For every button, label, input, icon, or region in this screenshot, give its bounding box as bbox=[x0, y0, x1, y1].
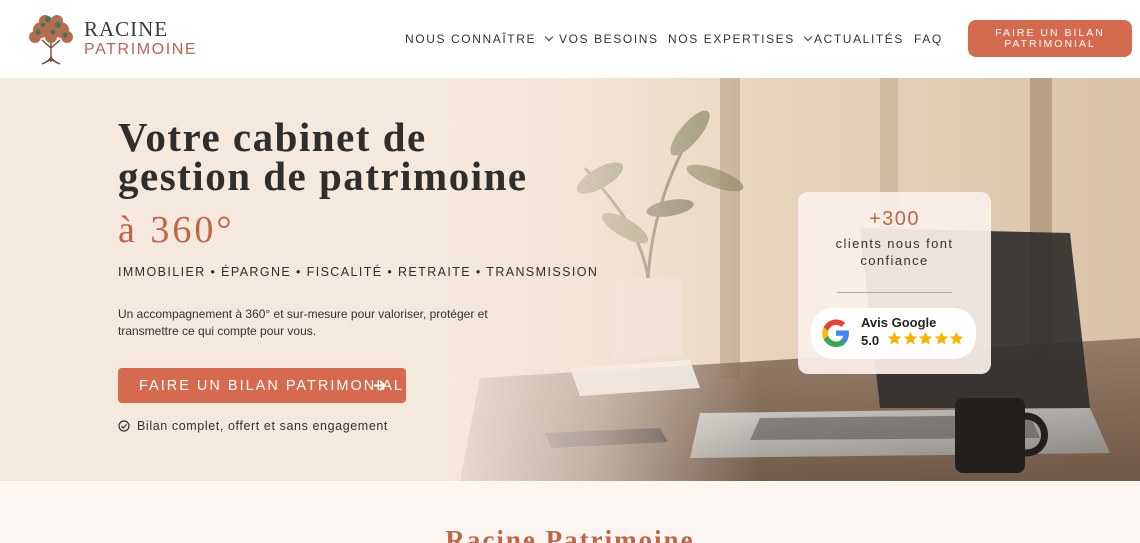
nav-item-label: VOS BESOINS bbox=[559, 32, 659, 46]
hero-note: Bilan complet, offert et sans engagement bbox=[118, 419, 388, 433]
header-bilan-button[interactable]: FAIRE UN BILAN PATRIMONIAL bbox=[968, 20, 1132, 57]
nav-item-actualites[interactable]: ACTUALITÉS bbox=[814, 32, 904, 46]
brand-name: RACINE bbox=[84, 16, 169, 41]
google-reviews-title: Avis Google bbox=[861, 315, 937, 330]
brand-logo[interactable]: RACINE PATRIMOINE bbox=[24, 10, 197, 66]
nav-item-label: FAQ bbox=[914, 32, 943, 46]
star-icon bbox=[918, 331, 933, 345]
brand-subname: PATRIMOINE bbox=[84, 40, 198, 58]
client-count-label: clients nous font confiance bbox=[835, 236, 954, 268]
arrow-right-icon bbox=[374, 380, 386, 391]
nav-item-nous-connaitre[interactable]: NOUS CONNAÎTRE bbox=[405, 32, 554, 46]
google-score: 5.0 bbox=[861, 333, 880, 348]
trust-card: +300 clients nous font confiance Avis Go… bbox=[798, 192, 991, 374]
divider bbox=[837, 292, 952, 293]
nav-item-label: NOS EXPERTISES bbox=[668, 32, 795, 46]
star-icon bbox=[934, 331, 948, 345]
site-header: RACINE PATRIMOINE NOUS CONNAÎTRE VOS BES… bbox=[0, 0, 1140, 78]
check-circle-icon bbox=[118, 420, 130, 432]
hero-bilan-button[interactable]: FAIRE UN BILAN PATRIMONIAL bbox=[118, 368, 406, 403]
chevron-down-icon bbox=[544, 32, 554, 42]
hero-section: Votre cabinet de gestion de patrimoine à… bbox=[0, 78, 1140, 481]
google-g-icon bbox=[822, 319, 849, 347]
rating-stars bbox=[887, 331, 965, 346]
star-icon bbox=[949, 331, 964, 345]
hero-note-text: Bilan complet, offert et sans engagement bbox=[137, 419, 388, 433]
nav-item-label: ACTUALITÉS bbox=[814, 32, 905, 46]
nav-item-faq[interactable]: FAQ bbox=[914, 32, 943, 46]
hero-expertise-tags: IMMOBILIER • ÉPARGNE • FISCALITÉ • RETRA… bbox=[118, 265, 599, 279]
star-icon bbox=[887, 331, 902, 345]
chevron-down-icon bbox=[803, 32, 813, 42]
hero-bilan-button-label: FAIRE UN BILAN PATRIMONIAL bbox=[139, 377, 404, 394]
google-reviews-badge[interactable]: Avis Google 5.0 bbox=[811, 308, 976, 359]
section-title: Racine Patrimoine bbox=[445, 525, 695, 543]
tree-logo-icon bbox=[29, 15, 73, 65]
client-count: +300 bbox=[868, 208, 921, 230]
nav-item-nos-expertises[interactable]: NOS EXPERTISES bbox=[668, 32, 813, 46]
nav-item-label: NOUS CONNAÎTRE bbox=[405, 32, 537, 46]
nav-item-vos-besoins[interactable]: VOS BESOINS bbox=[559, 32, 659, 46]
hero-description: Un accompagnement à 360° et sur-mesure p… bbox=[118, 307, 488, 338]
hero-title: Votre cabinet de gestion de patrimoine bbox=[118, 114, 528, 199]
about-section: Racine Patrimoine bbox=[0, 481, 1140, 543]
star-icon bbox=[903, 331, 917, 345]
hero-accent-text: à 360° bbox=[118, 209, 235, 251]
